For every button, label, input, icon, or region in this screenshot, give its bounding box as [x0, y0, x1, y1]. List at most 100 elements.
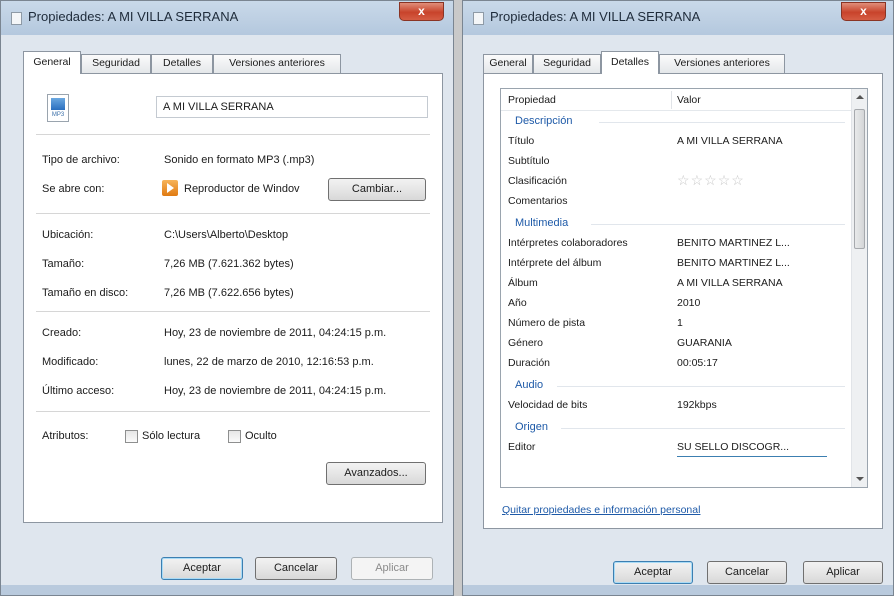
list-item[interactable]: Clasificación ☆☆☆☆☆	[501, 171, 853, 191]
property-value: A MI VILLA SERRANA	[677, 135, 783, 147]
atributos-label: Atributos:	[42, 430, 89, 442]
property-value: GUARANIA	[677, 337, 732, 349]
abre-label: Se abre con:	[42, 183, 105, 195]
mp3-file-icon: MP3	[47, 94, 69, 122]
tab-versiones-anteriores[interactable]: Versiones anteriores	[213, 54, 341, 73]
file-name-text: A MI VILLA SERRANA	[163, 101, 274, 113]
list-item[interactable]: Intérprete del álbum BENITO MARTINEZ L..…	[501, 253, 853, 273]
tab-strip: General Seguridad Detalles Versiones ant…	[483, 51, 883, 74]
cambiar-button[interactable]: Cambiar...	[328, 178, 426, 201]
group-origen[interactable]: Origen	[501, 417, 853, 437]
list-item[interactable]: Subtítulo	[501, 151, 853, 171]
column-divider	[671, 91, 672, 109]
aceptar-button[interactable]: Aceptar	[161, 557, 243, 580]
title-bar[interactable]: Propiedades: A MI VILLA SERRANA x	[463, 1, 893, 35]
group-label: Multimedia	[515, 217, 569, 229]
star-icon: ☆	[731, 172, 745, 188]
group-audio[interactable]: Audio	[501, 375, 853, 395]
group-multimedia[interactable]: Multimedia	[501, 213, 853, 233]
details-panel: Propiedad Valor Descripción Título A MI …	[483, 73, 883, 529]
list-item[interactable]: Duración 00:05:17	[501, 353, 853, 373]
avanzados-button[interactable]: Avanzados...	[326, 462, 426, 485]
tipo-label: Tipo de archivo:	[42, 154, 120, 166]
separator	[36, 411, 430, 412]
group-label: Origen	[515, 421, 549, 433]
window-title: Propiedades: A MI VILLA SERRANA	[490, 9, 701, 24]
star-icon: ☆	[704, 172, 718, 188]
group-descripcion[interactable]: Descripción	[501, 111, 853, 131]
list-item[interactable]: Título A MI VILLA SERRANA	[501, 131, 853, 151]
property-name: Editor	[508, 441, 536, 453]
list-item[interactable]: Velocidad de bits 192kbps	[501, 395, 853, 415]
scroll-down-icon[interactable]	[856, 477, 864, 481]
property-name: Número de pista	[508, 317, 586, 329]
list-item[interactable]: Álbum A MI VILLA SERRANA	[501, 273, 853, 293]
vertical-scrollbar[interactable]	[851, 89, 867, 487]
property-name: Clasificación	[508, 175, 567, 187]
tab-detalles[interactable]: Detalles	[151, 54, 213, 73]
aceptar-button[interactable]: Aceptar	[613, 561, 693, 584]
cancelar-button[interactable]: Cancelar	[707, 561, 787, 584]
title-bar[interactable]: Propiedades: A MI VILLA SERRANA x	[1, 1, 453, 35]
property-value: SU SELLO DISCOGR...	[677, 441, 790, 453]
separator	[36, 134, 430, 135]
property-value: 1	[677, 317, 683, 329]
property-name: Subtítulo	[508, 155, 550, 167]
property-value: 192kbps	[677, 399, 717, 411]
ubicacion-label: Ubicación:	[42, 229, 94, 241]
group-line	[561, 428, 845, 429]
ubicacion-value: C:\Users\Alberto\Desktop	[164, 229, 289, 241]
tab-versiones-anteriores[interactable]: Versiones anteriores	[659, 54, 785, 73]
acceso-value: Hoy, 23 de noviembre de 2011, 04:24:15 p…	[164, 385, 387, 397]
property-name: Intérprete del álbum	[508, 257, 602, 269]
star-icon: ☆	[690, 172, 705, 188]
list-item[interactable]: Número de pista 1	[501, 313, 853, 333]
solo-lectura-checkbox[interactable]	[125, 430, 138, 443]
tamano-disco-value: 7,26 MB (7.622.656 bytes)	[164, 287, 294, 299]
tab-detalles[interactable]: Detalles	[601, 51, 659, 74]
rating-stars[interactable]: ☆☆☆☆☆	[677, 172, 745, 189]
aplicar-button[interactable]: Aplicar	[803, 561, 883, 584]
scrollbar-thumb[interactable]	[854, 109, 865, 249]
separator	[36, 311, 430, 312]
list-item[interactable]: Editor SU SELLO DISCOGR...	[501, 437, 853, 457]
row-underline	[677, 456, 827, 457]
tamano-disco-label: Tamaño en disco:	[42, 287, 129, 299]
list-item[interactable]: Año 2010	[501, 293, 853, 313]
list-item[interactable]: Intérpretes colaboradores BENITO MARTINE…	[501, 233, 853, 253]
group-label: Audio	[515, 379, 544, 391]
property-name: Comentarios	[508, 195, 568, 207]
column-header-valor[interactable]: Valor	[677, 94, 701, 106]
window-title: Propiedades: A MI VILLA SERRANA	[28, 9, 239, 24]
property-name: Duración	[508, 357, 551, 369]
remove-properties-link[interactable]: Quitar propiedades e información persona…	[502, 504, 700, 516]
list-item[interactable]: Comentarios	[501, 191, 853, 211]
document-icon	[11, 12, 22, 25]
properties-listview[interactable]: Propiedad Valor Descripción Título A MI …	[500, 88, 868, 488]
tamano-value: 7,26 MB (7.621.362 bytes)	[164, 258, 294, 270]
oculto-checkbox[interactable]	[228, 430, 241, 443]
group-line	[557, 386, 845, 387]
properties-window-details: Propiedades: A MI VILLA SERRANA x Genera…	[462, 0, 894, 596]
file-name-field[interactable]: A MI VILLA SERRANA	[156, 96, 428, 118]
acceso-label: Último acceso:	[42, 385, 115, 397]
scroll-up-icon[interactable]	[856, 95, 864, 99]
property-name: Álbum	[508, 277, 538, 289]
tab-general[interactable]: General	[483, 54, 533, 73]
close-button[interactable]: x	[399, 2, 444, 21]
oculto-label[interactable]: Oculto	[245, 430, 277, 442]
tab-seguridad[interactable]: Seguridad	[533, 54, 601, 73]
group-line	[591, 224, 845, 225]
close-button[interactable]: x	[841, 2, 886, 21]
modificado-value: lunes, 22 de marzo de 2010, 12:16:53 p.m…	[164, 356, 374, 368]
star-icon: ☆	[677, 172, 691, 188]
tab-seguridad[interactable]: Seguridad	[81, 54, 151, 73]
column-header-propiedad[interactable]: Propiedad	[508, 94, 556, 106]
cancelar-button[interactable]: Cancelar	[255, 557, 337, 580]
property-value: BENITO MARTINEZ L...	[677, 257, 790, 269]
solo-lectura-label[interactable]: Sólo lectura	[142, 430, 200, 442]
list-item[interactable]: Género GUARANIA	[501, 333, 853, 353]
group-label: Descripción	[515, 115, 573, 127]
tab-general[interactable]: General	[23, 51, 81, 74]
creado-value: Hoy, 23 de noviembre de 2011, 04:24:15 p…	[164, 327, 387, 339]
